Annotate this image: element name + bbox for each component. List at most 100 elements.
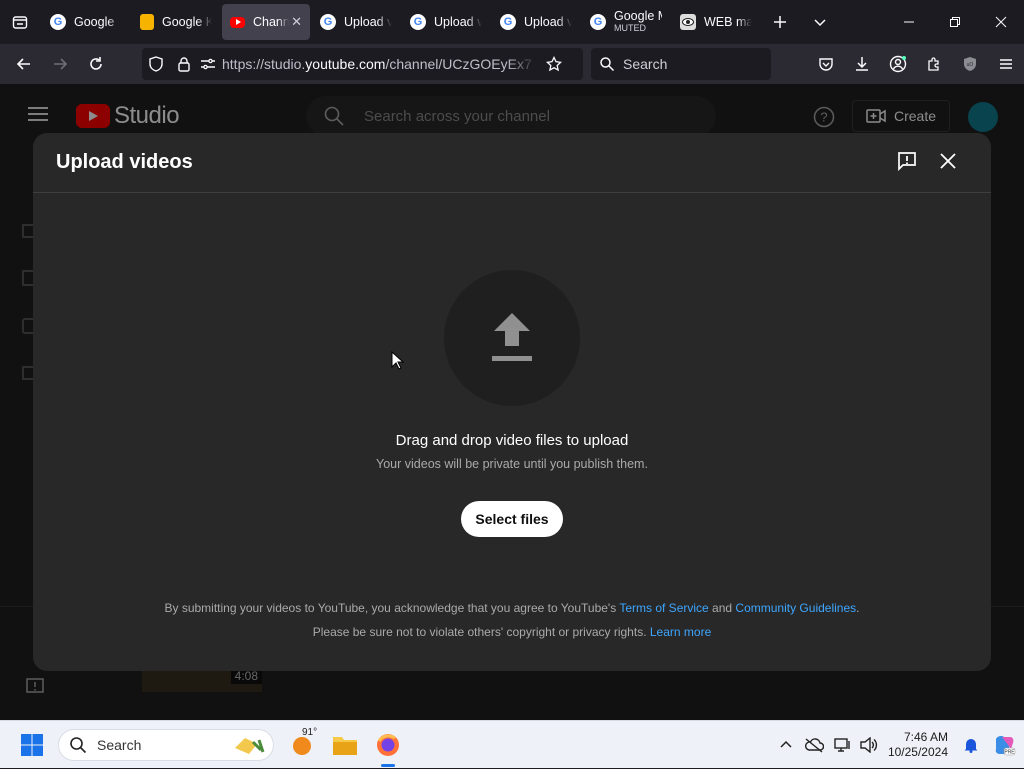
google-keep-icon: [140, 14, 154, 30]
file-explorer-button[interactable]: [329, 729, 361, 761]
network-button[interactable]: [830, 737, 856, 753]
speaker-icon: [860, 737, 878, 753]
close-tab-icon[interactable]: ✕: [291, 14, 302, 30]
close-dialog-button[interactable]: [938, 151, 960, 173]
start-button[interactable]: [20, 733, 44, 757]
taskbar-search[interactable]: Search: [58, 729, 274, 761]
tab-web[interactable]: WEB ma: [672, 4, 760, 40]
tab-muted-label: MUTED: [614, 23, 646, 33]
terms-of-service-link[interactable]: Terms of Service: [619, 601, 708, 615]
pocket-button[interactable]: [808, 46, 844, 82]
chevron-down-icon: [814, 19, 826, 27]
ublock-button[interactable]: uO: [952, 46, 988, 82]
search-icon: [600, 57, 615, 72]
dialog-title: Upload videos: [56, 151, 193, 173]
tab-title: Google M: [614, 10, 662, 23]
account-button[interactable]: [880, 46, 916, 82]
send-feedback-button[interactable]: [897, 151, 919, 173]
notifications-button[interactable]: [958, 737, 984, 753]
restore-button[interactable]: [932, 0, 978, 44]
community-guidelines-link[interactable]: Community Guidelines: [735, 601, 856, 615]
copilot-icon: PRE: [995, 736, 1015, 756]
list-all-tabs-button[interactable]: [800, 0, 840, 44]
close-window-button[interactable]: [978, 0, 1024, 44]
nav-toolbar: https://studio.youtube.com/channel/UCzGO…: [0, 44, 1024, 84]
pocket-icon: [819, 58, 833, 71]
browser-search-bar[interactable]: Search: [591, 48, 771, 80]
upload-drop-zone[interactable]: [444, 270, 580, 406]
search-icon: [70, 737, 87, 754]
tab-youtube-channel[interactable]: Chann ✕: [222, 4, 310, 40]
firefox-view-button[interactable]: [0, 0, 40, 44]
google-g-icon: G: [50, 14, 66, 30]
hamburger-icon: [1000, 59, 1012, 69]
volume-button[interactable]: [856, 737, 882, 753]
minimize-button[interactable]: [886, 0, 932, 44]
legal-text: and: [712, 601, 733, 615]
tab-google-keep[interactable]: Google K: [132, 4, 220, 40]
permissions-icon[interactable]: [200, 56, 216, 72]
weather-temp: 91°: [302, 727, 318, 738]
download-icon: [856, 57, 868, 71]
tracking-shield-icon[interactable]: [148, 56, 164, 72]
clock-date: 10/25/2024: [887, 745, 948, 759]
url-domain: youtube.com: [305, 56, 386, 72]
firefox-view-icon: [12, 16, 28, 29]
mouse-cursor-icon: [391, 351, 405, 370]
google-g-icon: G: [320, 14, 336, 30]
drag-drop-subtitle: Your videos will be private until you pu…: [376, 457, 648, 471]
tab-title: Google K: [162, 15, 212, 29]
clock[interactable]: 7:46 AM 10/25/2024: [888, 730, 948, 760]
weather-widget[interactable]: 91°: [286, 727, 318, 761]
bell-icon: [964, 739, 978, 753]
feedback-icon: [898, 152, 916, 172]
drag-drop-title: Drag and drop video files to upload: [395, 432, 629, 449]
url-text[interactable]: https://studio.youtube.com/channel/UCzGO…: [222, 56, 538, 72]
firefox-icon: [377, 734, 399, 756]
tab-upload-3[interactable]: G Upload v: [492, 4, 580, 40]
legal-line-1: By submitting your videos to YouTube, yo…: [33, 601, 991, 615]
window-controls: [886, 0, 1024, 44]
cloud-off-icon: [804, 738, 824, 753]
new-tab-button[interactable]: [760, 0, 800, 44]
legal-text: By submitting your videos to YouTube, yo…: [164, 601, 617, 615]
legal-line-2: Please be sure not to violate others' co…: [33, 625, 991, 639]
back-button[interactable]: [6, 46, 42, 82]
extensions-button[interactable]: [916, 46, 952, 82]
copilot-button[interactable]: PRE: [984, 733, 1024, 757]
show-hidden-icons-button[interactable]: [774, 739, 798, 751]
tab-upload-1[interactable]: G Upload v: [312, 4, 400, 40]
tab-google-1[interactable]: G Google: [42, 4, 130, 40]
search-placeholder: Search: [623, 56, 668, 72]
tab-title: Google: [74, 15, 115, 29]
tab-upload-2[interactable]: G Upload v: [402, 4, 490, 40]
tab-google-muted[interactable]: G Google M MUTED: [582, 4, 670, 40]
reload-icon: [90, 57, 102, 70]
select-files-button[interactable]: Select files: [461, 501, 563, 537]
clock-time: 7:46 AM: [903, 730, 948, 744]
forward-button[interactable]: [42, 46, 78, 82]
lock-icon[interactable]: [176, 56, 192, 72]
tab-title: Chann: [253, 15, 290, 29]
tab-strip: G Google Google K Chann ✕ G Upload v G U…: [0, 0, 1024, 44]
onedrive-button[interactable]: [798, 737, 830, 753]
ublock-shield-icon: uO: [964, 57, 976, 71]
downloads-button[interactable]: [844, 46, 880, 82]
url-prefix: https://studio.: [222, 56, 306, 72]
app-menu-button[interactable]: [988, 46, 1024, 82]
folder-icon: [333, 737, 357, 755]
legal-text: Please be sure not to violate others' co…: [312, 625, 647, 639]
active-app-indicator: [381, 764, 395, 767]
minimize-icon: [904, 21, 914, 23]
address-bar[interactable]: https://studio.youtube.com/channel/UCzGO…: [142, 48, 583, 80]
toolbar-right: uO: [808, 46, 1024, 82]
tab-title: Upload v: [434, 15, 482, 29]
google-g-icon: G: [590, 14, 606, 30]
system-tray: 7:46 AM 10/25/2024 PRE: [774, 721, 1024, 769]
reload-button[interactable]: [78, 46, 114, 82]
search-highlight-icon: [229, 732, 269, 758]
learn-more-link[interactable]: Learn more: [650, 625, 711, 639]
firefox-taskbar-button[interactable]: [372, 729, 404, 767]
plus-icon: [774, 16, 786, 28]
bookmark-star-icon[interactable]: [546, 56, 562, 72]
